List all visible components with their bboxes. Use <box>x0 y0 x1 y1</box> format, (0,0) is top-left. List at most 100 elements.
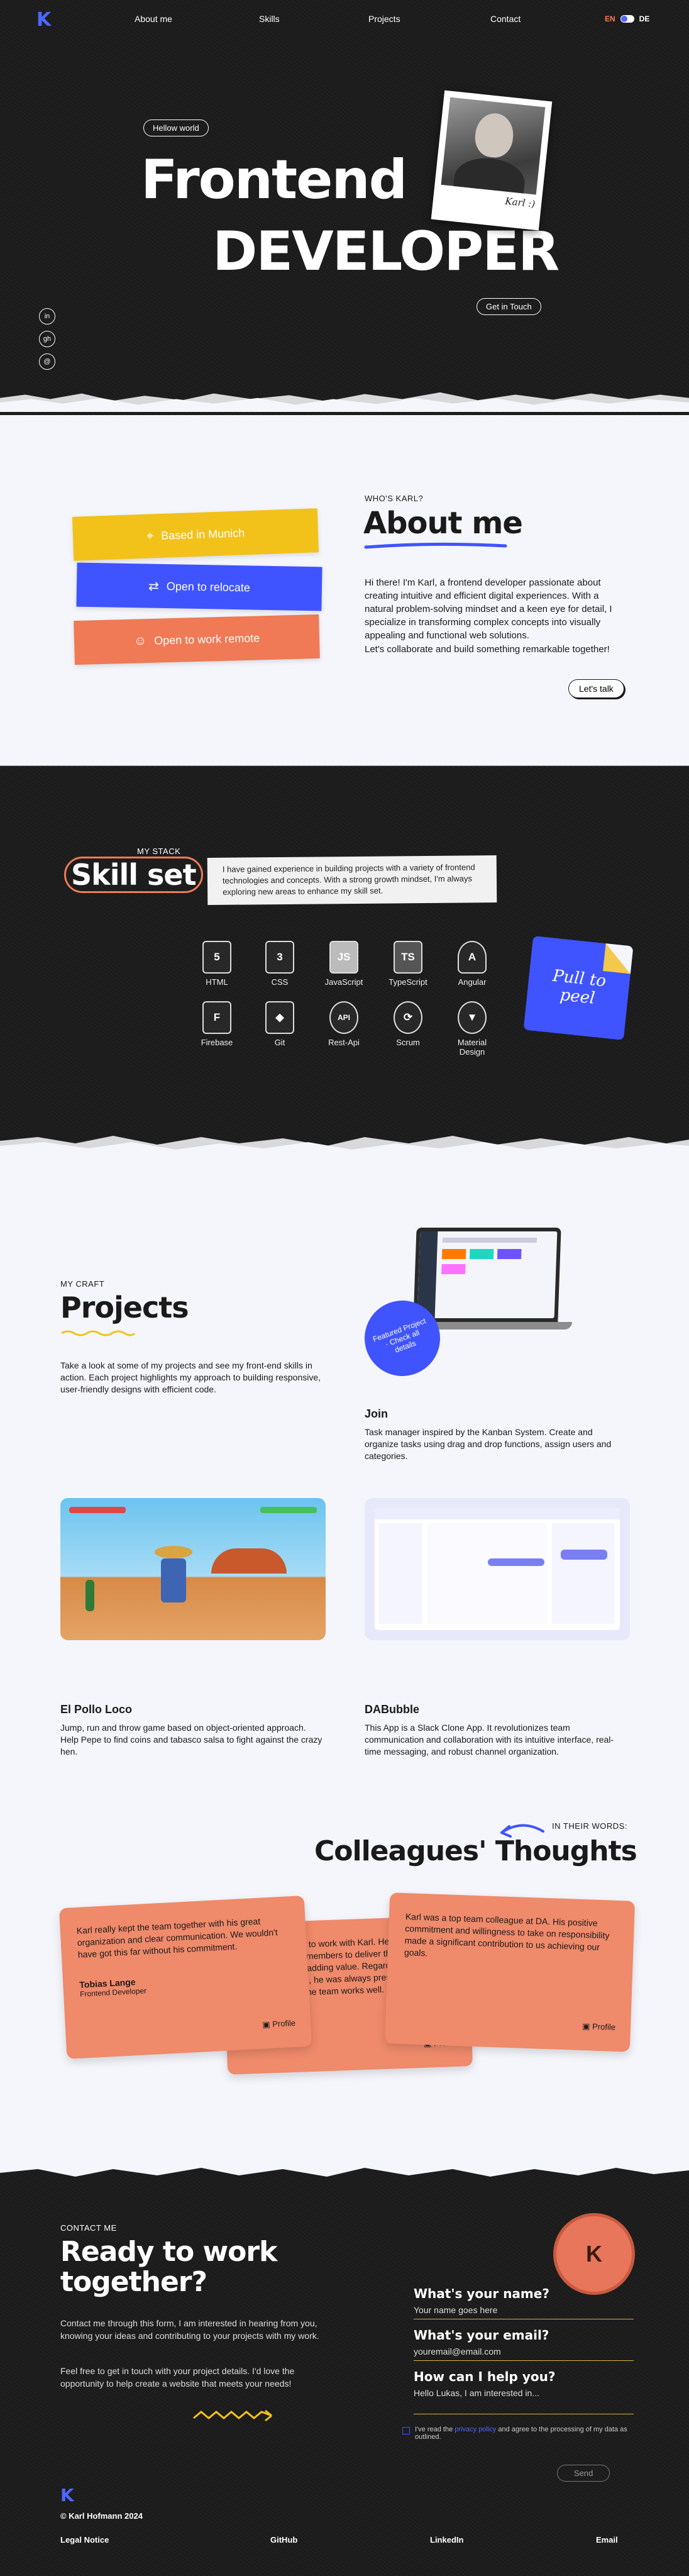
torn-edge <box>0 392 689 412</box>
torn-edge <box>0 1136 689 1155</box>
contact-paragraph-1: Contact me through this form, I am inter… <box>60 2318 319 2341</box>
github-link[interactable]: GitHub <box>270 2535 297 2545</box>
el-pollo-loco-screenshot[interactable] <box>60 1498 326 1640</box>
profile-label: Profile <box>272 2018 296 2029</box>
skill-html: 5 HTML <box>189 941 245 987</box>
about-section: ⌖ Based in Munich ⇄ Open to relocate ☺ O… <box>0 415 689 765</box>
github-icon[interactable]: gh <box>39 331 55 347</box>
css3-icon: 3 <box>265 941 294 974</box>
skill-label: Scrum <box>396 1038 420 1047</box>
email-link[interactable]: Email <box>596 2535 618 2545</box>
contact-title-line1: Ready to work <box>60 2236 277 2268</box>
name-field[interactable]: Your name goes here <box>414 2301 634 2319</box>
profile-photo <box>441 97 546 195</box>
logo[interactable]: K <box>36 9 51 31</box>
send-button[interactable]: Send <box>557 2465 610 2482</box>
el-pollo-loco-title[interactable]: El Pollo Loco <box>60 1703 132 1716</box>
dabubble-description: This App is a Slack Clone App. It revolu… <box>365 1723 614 1757</box>
linkedin-icon: ▣ <box>582 2021 593 2031</box>
title-underline <box>364 542 507 549</box>
skill-javascript: JS JavaScript <box>316 941 372 987</box>
projects-kicker: MY CRAFT <box>60 1279 105 1289</box>
javascript-icon: JS <box>329 941 358 974</box>
projects-section: MY CRAFT Projects Take a look at some of… <box>0 1155 689 1796</box>
sticker-location: ⌖ Based in Munich <box>72 508 319 561</box>
skill-label: TypeScript <box>389 977 427 987</box>
about-title: About me <box>363 506 523 541</box>
skill-label: HTML <box>206 977 228 987</box>
lang-de[interactable]: DE <box>639 14 650 23</box>
contact-paragraph-2: Feel free to get in touch with your proj… <box>60 2366 295 2389</box>
contact-section: CONTACT ME Ready to work together? Conta… <box>0 2162 689 2576</box>
typescript-icon: TS <box>394 941 422 974</box>
language-switch[interactable]: EN DE <box>605 14 649 23</box>
testimonial-card: Karl was a top team colleague at DA. His… <box>384 1892 636 2052</box>
get-in-touch-button[interactable]: Get in Touch <box>477 298 541 315</box>
skill-angular: A Angular <box>444 941 500 987</box>
footer-logo[interactable]: K <box>60 2485 74 2506</box>
skill-label: CSS <box>271 977 289 987</box>
sticker-remote: ☺ Open to work remote <box>74 614 320 665</box>
linkedin-icon[interactable]: in <box>39 308 55 325</box>
hello-world-pill: Hellow world <box>143 119 209 136</box>
angular-icon: A <box>458 941 487 974</box>
profile-link[interactable]: ▣ Profile <box>262 2018 296 2030</box>
testimonial-text: Karl really kept the team together with … <box>76 1916 278 1960</box>
join-title[interactable]: Join <box>365 1407 388 1421</box>
lang-en[interactable]: EN <box>605 14 615 23</box>
linkedin-link[interactable]: LinkedIn <box>430 2535 463 2545</box>
skill-label: Rest-Api <box>328 1038 360 1047</box>
testimonial-text: Karl was a top team colleague at DA. His… <box>404 1911 610 1958</box>
sticker-remote-label: Open to work remote <box>153 631 260 647</box>
skill-typescript: TS TypeScript <box>380 941 436 987</box>
legal-notice-link[interactable]: Legal Notice <box>60 2535 109 2545</box>
message-field-group: How can I help you? Hello Lukas, I am in… <box>414 2369 634 2414</box>
join-laptop-screenshot[interactable] <box>413 1228 561 1322</box>
email-field-label: What's your email? <box>414 2328 549 2343</box>
message-field-label: How can I help you? <box>414 2369 556 2384</box>
pull-to-peel-sticker[interactable]: Pull to peel <box>523 936 634 1040</box>
peel-label: Pull to peel <box>551 967 607 1008</box>
material-design-icon: ▼ <box>458 1001 487 1034</box>
nav-contact[interactable]: Contact <box>490 14 521 24</box>
contact-kicker: CONTACT ME <box>60 2223 117 2233</box>
privacy-checkbox[interactable] <box>402 2427 410 2434</box>
privacy-text: I've read the privacy policy and agree t… <box>415 2426 629 2441</box>
contact-title-line2: together? <box>60 2266 207 2298</box>
firebase-icon: F <box>202 1001 231 1034</box>
profile-link[interactable]: ▣ Profile <box>582 2021 615 2033</box>
skill-scrum: ⟳ Scrum <box>380 1001 436 1047</box>
nav-about[interactable]: About me <box>135 14 172 24</box>
skills-section: MY STACK Skill set I have gained experie… <box>0 764 689 1155</box>
skill-material-design: ▼ Material Design <box>444 1001 500 1057</box>
lets-talk-button[interactable]: Let's talk <box>568 679 624 698</box>
sticker-relocate-label: Open to relocate <box>166 579 251 594</box>
remote-globe-icon: ☺ <box>133 633 147 648</box>
hero-title-developer: DEVELOPER <box>212 220 559 283</box>
lang-toggle[interactable] <box>620 15 634 23</box>
skill-css: 3 CSS <box>251 941 308 987</box>
email-icon[interactable]: @ <box>39 353 55 370</box>
nav-projects[interactable]: Projects <box>368 14 400 24</box>
title-squiggle <box>61 1330 136 1336</box>
torn-edge-top <box>0 2162 689 2177</box>
copyright: © Karl Hofmann 2024 <box>60 2511 143 2521</box>
about-paragraph-2: Let's collaborate and build something re… <box>365 644 610 655</box>
html5-icon: 5 <box>202 941 231 974</box>
thoughts-title: Colleagues' Thoughts <box>314 1835 637 1867</box>
skill-label: Angular <box>458 977 487 987</box>
email-field[interactable]: youremail@email.com <box>414 2343 634 2361</box>
git-icon: ◆ <box>265 1001 294 1034</box>
name-field-label: What's your name? <box>414 2286 549 2301</box>
dabubble-screenshot[interactable] <box>365 1498 630 1640</box>
linkedin-icon: ▣ <box>262 2019 273 2029</box>
dabubble-title[interactable]: DABubble <box>365 1703 419 1716</box>
scrum-icon: ⟳ <box>394 1001 422 1034</box>
torn-edge-top <box>0 764 689 766</box>
privacy-policy-link[interactable]: privacy policy <box>455 2426 496 2433</box>
message-field[interactable]: Hello Lukas, I am interested in... <box>414 2384 634 2414</box>
privacy-consent: I've read the privacy policy and agree t… <box>402 2426 629 2441</box>
skill-label: Git <box>274 1038 285 1047</box>
nav-skills[interactable]: Skills <box>259 14 280 24</box>
thoughts-kicker: IN THEIR WORDS: <box>552 1821 627 1831</box>
